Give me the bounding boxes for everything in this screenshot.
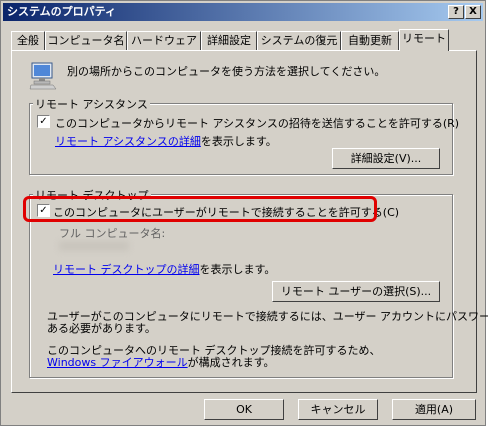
remote-assistance-checkbox-label[interactable]: このコンピュータからリモート アシスタンスの招待を送信することを許可する(R) <box>55 115 459 131</box>
tab-general[interactable]: 全般 <box>11 31 45 50</box>
windows-firewall-link[interactable]: Windows ファイアウォール <box>47 356 188 369</box>
password-note-line2: ある必要があります。 <box>47 322 156 335</box>
remote-desktop-link-suffix: を表示します。 <box>199 263 276 276</box>
full-computer-name-label: フル コンピュータ名: <box>59 227 166 240</box>
tab-automatic-updates[interactable]: 自動更新 <box>341 31 399 50</box>
close-button[interactable]: X <box>465 5 481 19</box>
tab-computer-name[interactable]: コンピュータ名 <box>45 31 127 50</box>
title-bar: システムのプロパティ ? X <box>3 3 483 21</box>
cancel-button[interactable]: キャンセル <box>298 399 378 420</box>
remote-desktop-details-link[interactable]: リモート デスクトップの詳細 <box>53 263 200 276</box>
tab-advanced[interactable]: 詳細設定 <box>201 31 257 50</box>
apply-button[interactable]: 適用(A) <box>392 399 476 420</box>
blurred-computer-name <box>59 241 129 251</box>
remote-assistance-link-suffix: を表示します。 <box>200 135 277 148</box>
firewall-suffix: が構成されます。 <box>187 356 275 369</box>
help-button[interactable]: ? <box>448 5 464 19</box>
remote-assistance-group-label: リモート アシスタンス <box>33 96 150 112</box>
intro-text: 別の場所からこのコンピュータを使う方法を選択してください。 <box>67 65 386 78</box>
advanced-settings-button[interactable]: 詳細設定(V)... <box>332 148 440 169</box>
ok-button[interactable]: OK <box>204 399 284 420</box>
remote-assistance-details-link[interactable]: リモート アシスタンスの詳細 <box>55 135 201 148</box>
system-properties-window: システムのプロパティ ? X 全般 コンピュータ名 ハードウェア 詳細設定 シス… <box>0 0 488 426</box>
remote-desktop-info: リモート デスクトップの詳細を表示します。 <box>53 261 275 277</box>
computer-icon <box>29 62 57 90</box>
tab-system-restore[interactable]: システムの復元 <box>257 31 341 50</box>
remote-assistance-info: リモート アシスタンスの詳細を表示します。 <box>55 133 277 149</box>
red-highlight-annotation <box>23 196 377 222</box>
tab-remote[interactable]: リモート <box>399 29 449 51</box>
firewall-note-line2: Windows ファイアウォールが構成されます。 <box>47 354 275 370</box>
remote-assistance-checkbox[interactable]: ✓ <box>37 115 50 128</box>
select-remote-users-button[interactable]: リモート ユーザーの選択(S)... <box>272 281 440 302</box>
window-title: システムのプロパティ <box>7 5 117 18</box>
tab-hardware[interactable]: ハードウェア <box>127 31 201 50</box>
